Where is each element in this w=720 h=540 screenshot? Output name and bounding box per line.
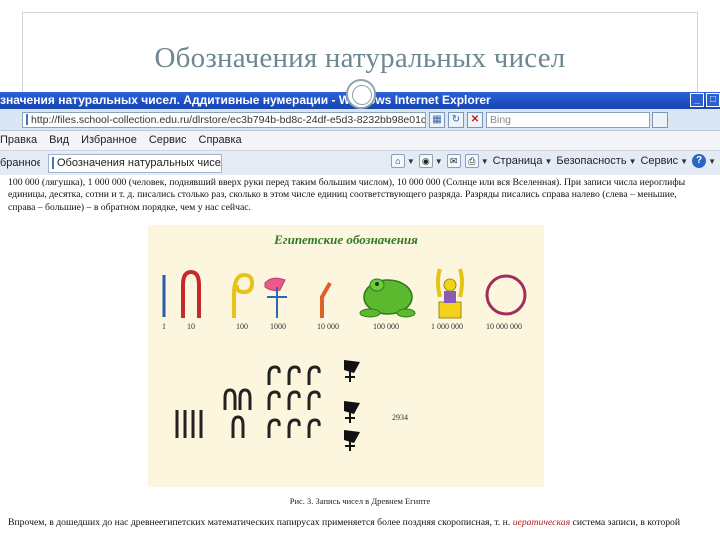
stop-icon[interactable]: ✕ <box>467 111 483 128</box>
tab-label: Обозначения натуральных чисел. ... <box>57 156 221 169</box>
paragraph-2-end: система записи, в которой <box>570 517 681 528</box>
page-menu[interactable]: Страница <box>493 155 543 167</box>
address-field[interactable]: http://files.school-collection.edu.ru/dl… <box>22 111 426 128</box>
mail-icon[interactable]: ✉ <box>446 154 461 168</box>
menu-bar: Правка Вид Избранное Сервис Справка <box>0 131 720 151</box>
help-icon[interactable]: ? <box>692 154 707 168</box>
tab-page-icon <box>52 157 54 169</box>
tools-menu[interactable]: Сервис <box>640 155 678 167</box>
sun-circle-glyph-icon <box>485 274 527 316</box>
menu-edit[interactable]: Правка <box>0 131 37 150</box>
maximize-icon[interactable]: □ <box>706 93 720 107</box>
home-icon[interactable]: ⌂ <box>390 154 405 168</box>
menu-favorites[interactable]: Избранное <box>81 131 137 150</box>
number-label: 10 <box>187 322 195 331</box>
compatibility-icon[interactable]: ▦ <box>429 111 445 128</box>
print-icon[interactable]: ⎙ <box>464 154 479 168</box>
menu-view[interactable]: Вид <box>49 131 69 150</box>
number-label: 1000 <box>270 322 286 331</box>
window-controls: _ □ <box>690 93 720 107</box>
figure-caption: Рис. 3. Запись чисел в Древнем Египте <box>289 496 431 506</box>
menu-tools[interactable]: Сервис <box>149 131 187 150</box>
command-bar: ⌂ ▼ ◉ ▼ ✉ ⎙ ▼ Страница ▼ Безопасность ▼ Серви… <box>390 154 716 168</box>
page-icon <box>26 114 28 125</box>
tabs-row: бранное Обозначения натуральных чисел. .… <box>0 151 720 176</box>
heel-bone-glyph-icon <box>181 269 201 318</box>
finger-glyph-icon <box>320 282 332 318</box>
refresh-icon[interactable]: ↻ <box>448 111 464 128</box>
number-label: 100 000 <box>373 322 399 331</box>
minimize-icon[interactable]: _ <box>690 93 704 107</box>
number-label: 10 000 000 <box>486 322 522 331</box>
god-heh-glyph-icon <box>436 268 464 319</box>
menu-help[interactable]: Справка <box>199 131 242 150</box>
page-content: 100 000 (лягушка), 1 000 000 (человек, п… <box>0 175 720 540</box>
slide-title: Обозначения натуральных чисел <box>154 42 566 74</box>
address-bar-row: http://files.school-collection.edu.ru/dl… <box>0 109 720 131</box>
search-input[interactable]: Bing <box>486 111 650 128</box>
search-icon[interactable] <box>652 111 668 128</box>
number-label: 100 <box>236 322 248 331</box>
feeds-icon[interactable]: ◉ <box>418 154 433 168</box>
title-ornament-ring <box>346 79 376 109</box>
lotus-black-glyphs <box>344 360 360 451</box>
window-title: значения натуральных чисел. Аддитивные н… <box>0 93 491 107</box>
number-label: 1 000 000 <box>431 322 463 331</box>
number-2934-glyphs <box>175 365 321 438</box>
coil-rope-glyph-icon <box>232 272 255 318</box>
hieroglyphs-drawing <box>162 268 527 451</box>
address-text: http://files.school-collection.edu.ru/dl… <box>31 113 426 126</box>
tab-active[interactable]: Обозначения натуральных чисел. ... <box>48 153 222 173</box>
browser-window: значения натуральных чисел. Аддитивные н… <box>0 92 720 540</box>
hieratic-term: иератическая <box>512 517 571 528</box>
favorites-button[interactable]: бранное <box>0 157 40 169</box>
paragraph-2-start: Впрочем, в дошедших до нас древнеегипетс… <box>8 517 513 528</box>
paragraph-intro: 100 000 (лягушка), 1 000 000 (человек, п… <box>8 177 686 213</box>
number-2934-label: 2934 <box>392 413 408 422</box>
number-label: 10 000 <box>317 322 339 331</box>
safety-menu[interactable]: Безопасность <box>556 155 626 167</box>
paragraph-hieratic: Впрочем, в дошедших до нас древнеегипетс… <box>8 517 693 529</box>
figure-egyptian-numerals: Египетские обозначения 1 10 100 1000 10 … <box>148 225 544 487</box>
lotus-glyph-icon <box>264 277 286 292</box>
